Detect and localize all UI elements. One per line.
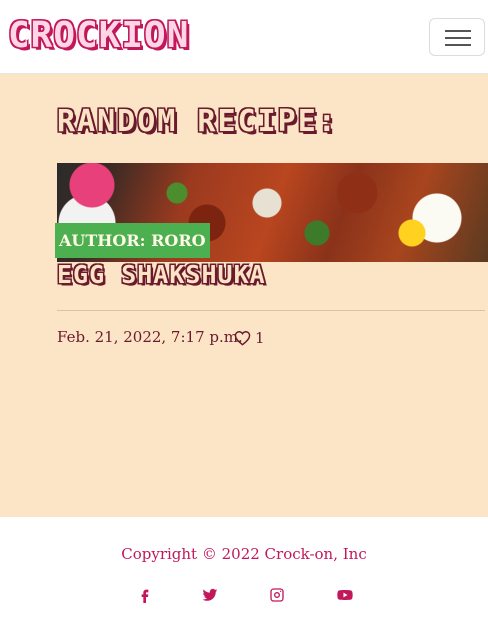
navbar-toggle-button[interactable]	[429, 18, 485, 56]
copyright-text: Copyright © 2022 Crock-on, Inc	[121, 545, 367, 563]
navbar: CROCKION	[0, 0, 488, 74]
like-button[interactable]: 1	[234, 328, 265, 348]
twitter-link[interactable]	[200, 585, 220, 605]
facebook-link[interactable]	[135, 585, 155, 605]
page-heading: RANDOM RECIPE:	[57, 104, 338, 139]
divider	[57, 310, 485, 311]
heart-outline-icon	[234, 331, 251, 346]
author-badge[interactable]: AUTHOR: RORO	[55, 223, 210, 258]
hamburger-menu-icon	[445, 30, 471, 32]
main-content: RANDOM RECIPE: AUTHOR: RORO EGG SHAKSHUK…	[0, 74, 488, 517]
instagram-icon	[270, 588, 284, 602]
youtube-link[interactable]	[335, 585, 355, 605]
like-count: 1	[255, 329, 265, 347]
brand-logo[interactable]: CROCKION	[8, 16, 189, 56]
facebook-icon	[141, 589, 149, 603]
twitter-icon	[202, 588, 218, 601]
footer: Copyright © 2022 Crock-on, Inc	[0, 517, 488, 626]
recipe-date: Feb. 21, 2022, 7:17 p.m.	[57, 328, 243, 346]
instagram-link[interactable]	[267, 585, 287, 605]
recipe-title[interactable]: EGG SHAKSHUKA	[57, 260, 266, 289]
youtube-icon	[337, 590, 353, 600]
